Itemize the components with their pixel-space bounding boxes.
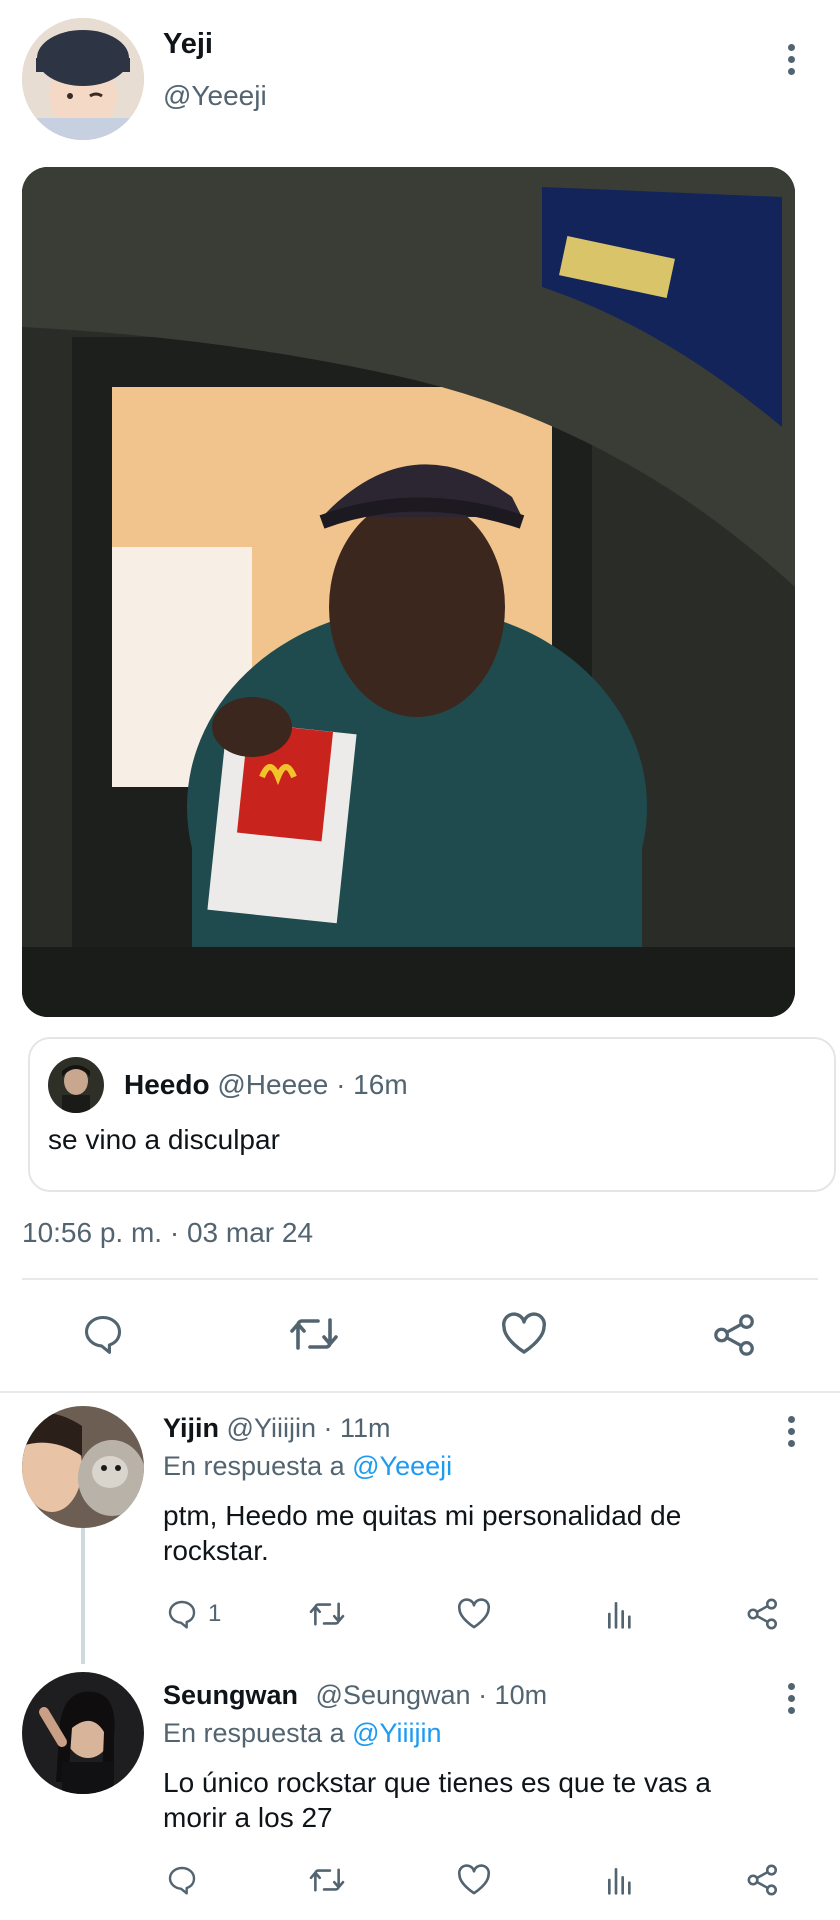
quoted-text: se vino a disculpar (48, 1124, 280, 1155)
more-options-icon[interactable] (786, 44, 796, 75)
quoted-author-avatar (48, 1057, 104, 1113)
reply-count: 1 (208, 1600, 222, 1627)
share-icon[interactable] (746, 1863, 780, 1897)
retweet-icon[interactable] (288, 1312, 340, 1356)
share-icon[interactable] (746, 1597, 780, 1631)
reply-to-link[interactable]: @Yeeeji (352, 1451, 452, 1481)
reply-text-line-2: morir a los 27 (163, 1802, 333, 1833)
reply-author-name[interactable]: Seungwan (163, 1680, 298, 1710)
reply-text-line-1: ptm, Heedo me quitas mi personalidad de (163, 1500, 682, 1531)
author-avatar[interactable] (22, 18, 144, 140)
divider (0, 1391, 840, 1393)
more-options-icon[interactable] (786, 1416, 796, 1447)
share-icon[interactable] (712, 1312, 758, 1358)
retweet-icon[interactable] (308, 1864, 346, 1896)
reply-icon[interactable] (165, 1864, 199, 1896)
analytics-icon[interactable] (604, 1598, 636, 1630)
more-options-icon[interactable] (786, 1683, 796, 1714)
retweet-icon[interactable] (308, 1598, 346, 1630)
reply-author-avatar[interactable] (22, 1406, 144, 1528)
reply-author-avatar[interactable] (22, 1672, 144, 1794)
quoted-tweet[interactable] (28, 1037, 836, 1192)
reply-icon[interactable] (80, 1312, 126, 1356)
like-icon[interactable] (456, 1598, 492, 1630)
quoted-author-name: Heedo (124, 1069, 210, 1100)
reply-prefix: En respuesta a (163, 1451, 345, 1481)
reply-author-name[interactable]: Yijin (163, 1413, 219, 1443)
reply-text-line-1: Lo único rockstar que tienes es que te v… (163, 1767, 711, 1798)
analytics-icon[interactable] (604, 1864, 636, 1896)
author-handle[interactable]: @Yeeeji (163, 80, 267, 112)
reply-age: · 11m (323, 1413, 391, 1443)
reply-prefix: En respuesta a (163, 1718, 345, 1748)
tweet-timestamp[interactable]: 10:56 p. m. · 03 mar 24 (22, 1217, 313, 1249)
divider (22, 1278, 818, 1280)
reply-author-handle[interactable]: @Seungwan (316, 1680, 471, 1710)
reply-age: · 10m (478, 1680, 548, 1710)
quoted-age: · 16m (336, 1069, 408, 1100)
like-icon[interactable] (456, 1864, 492, 1896)
reply-icon[interactable] (165, 1598, 199, 1630)
reply-text-line-2: rockstar. (163, 1535, 269, 1566)
tweet-image[interactable] (22, 167, 795, 1017)
reply-author-handle[interactable]: @Yiiijin (227, 1413, 316, 1443)
like-icon[interactable] (500, 1312, 548, 1356)
thread-line (81, 1528, 85, 1664)
author-name[interactable]: Yeji (163, 28, 213, 61)
reply-to-link[interactable]: @Yiiijin (352, 1718, 441, 1748)
quoted-author-handle: @Heeee (217, 1069, 329, 1100)
